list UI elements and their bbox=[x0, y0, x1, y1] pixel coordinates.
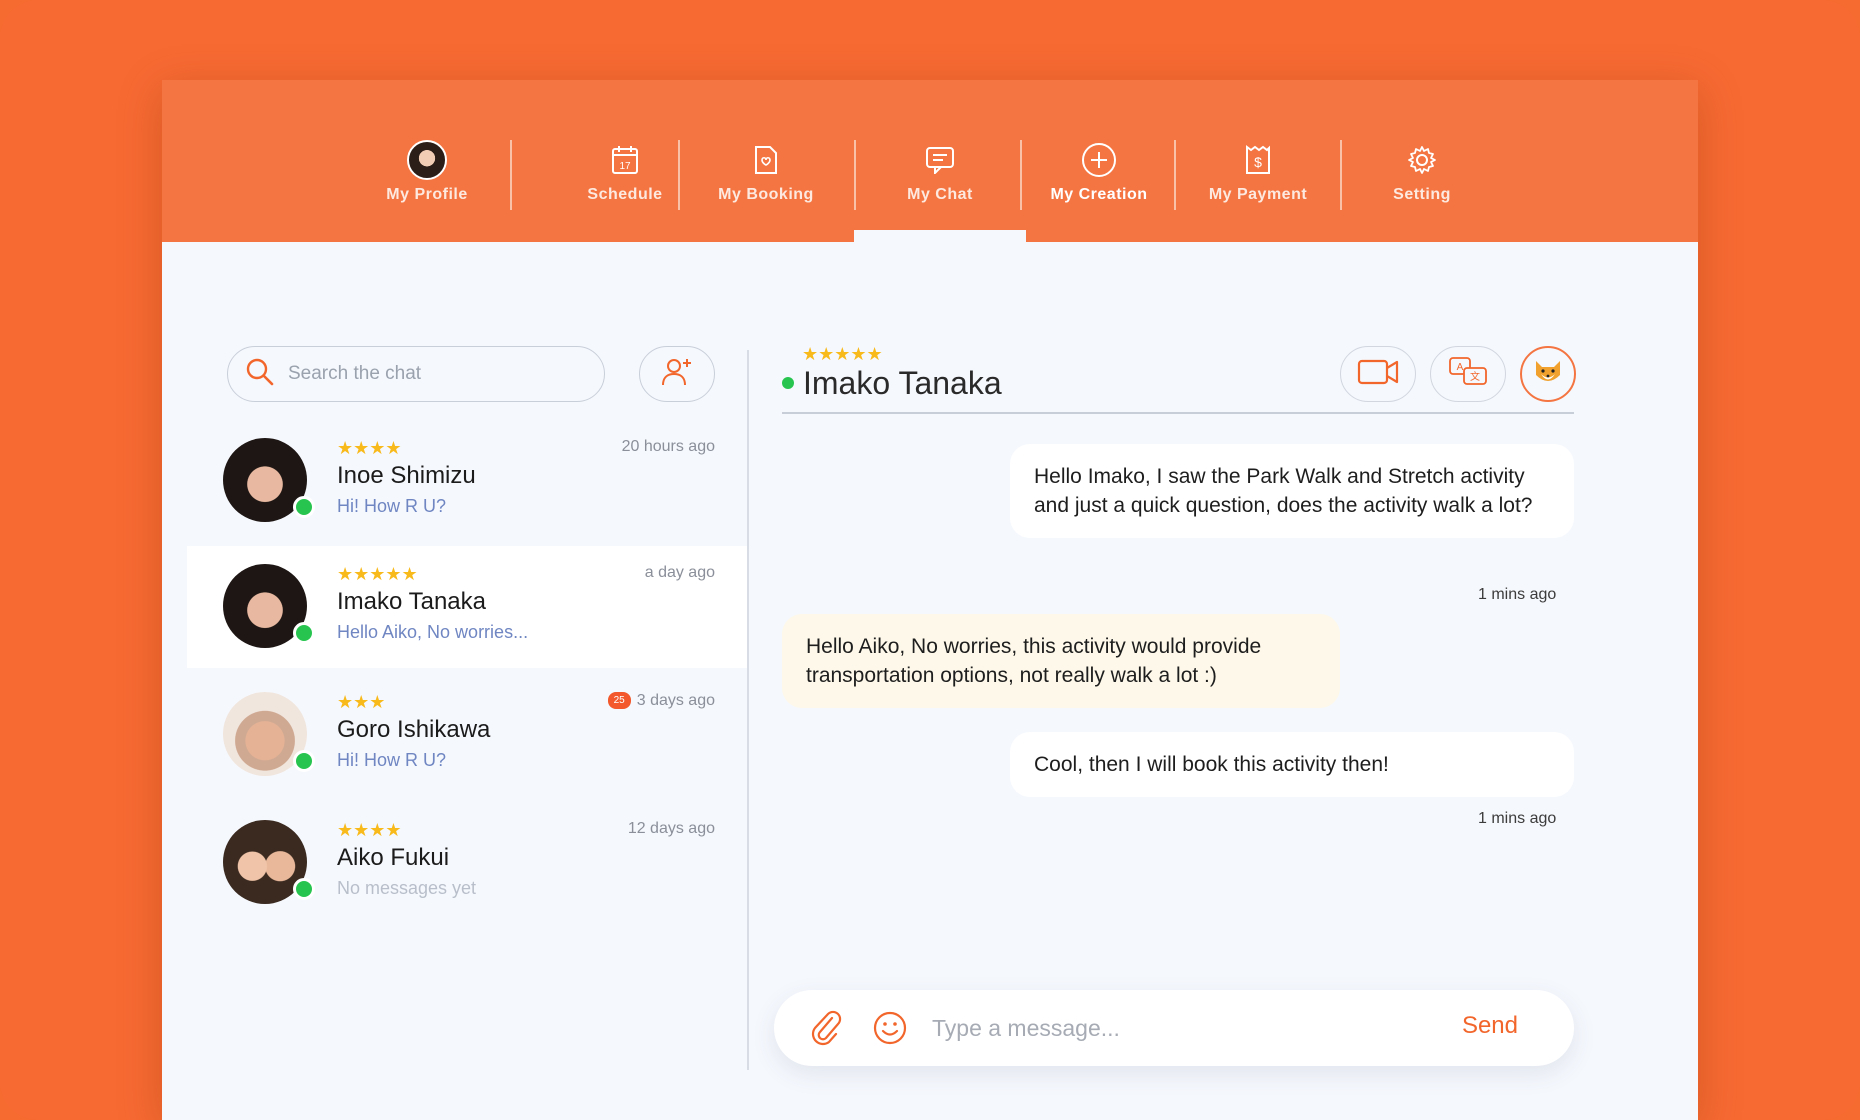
message-preview: Hi! How R U? bbox=[337, 750, 447, 770]
search-box[interactable] bbox=[227, 346, 605, 402]
rating-stars: ★★★★ bbox=[337, 438, 402, 458]
nav-item-my-creation[interactable]: My Creation bbox=[1022, 140, 1176, 242]
message-composer: Send bbox=[774, 990, 1574, 1066]
nav-label: My Chat bbox=[907, 186, 973, 203]
online-indicator bbox=[293, 878, 315, 900]
shiba-dog-icon bbox=[1532, 357, 1564, 392]
search-input[interactable] bbox=[288, 363, 588, 385]
nav-label: Setting bbox=[1393, 186, 1451, 203]
message-preview: No messages yet bbox=[337, 878, 477, 898]
rating-stars: ★★★ bbox=[337, 692, 386, 712]
chat-rating-stars: ★★★★★ bbox=[802, 344, 883, 364]
message-incoming: Hello Aiko, No worries, this activity wo… bbox=[782, 614, 1340, 708]
nav-label: My Creation bbox=[1050, 186, 1148, 203]
message-preview: Hello Aiko, No worries... bbox=[337, 622, 529, 642]
contact-time: 20 hours ago bbox=[621, 438, 715, 455]
online-indicator bbox=[293, 496, 315, 518]
contact-time: 12 days ago bbox=[627, 820, 715, 837]
booking-icon bbox=[746, 140, 786, 180]
calendar-icon: 17 bbox=[605, 140, 645, 180]
message-outgoing: Hello Imako, I saw the Park Walk and Str… bbox=[1010, 444, 1574, 538]
chat-online-indicator bbox=[782, 377, 794, 389]
app-window: My Profile 17 Schedule My Booking My Cha… bbox=[162, 80, 1698, 1120]
nav-item-my-booking[interactable]: My Booking bbox=[684, 140, 848, 242]
nav-label: Schedule bbox=[587, 186, 663, 203]
paperclip-icon[interactable] bbox=[810, 1010, 842, 1051]
message-preview: Hi! How R U? bbox=[337, 496, 447, 516]
message-outgoing: Cool, then I will book this activity the… bbox=[1010, 732, 1574, 797]
svg-text:$: $ bbox=[1254, 154, 1262, 170]
translate-icon: A文 bbox=[1448, 356, 1488, 393]
message-time: 1 mins ago bbox=[1478, 586, 1557, 603]
message-time: 1 mins ago bbox=[1478, 810, 1557, 827]
contact-name: Goro Ishikawa bbox=[337, 716, 491, 743]
message-input[interactable] bbox=[932, 1010, 1432, 1046]
plus-circle-icon bbox=[1079, 140, 1119, 180]
contact-time: a day ago bbox=[644, 564, 715, 581]
nav-item-my-chat[interactable]: My Chat bbox=[856, 140, 1024, 242]
translate-button[interactable]: A文 bbox=[1430, 346, 1506, 402]
svg-text:文: 文 bbox=[1470, 370, 1480, 383]
svg-text:17: 17 bbox=[619, 161, 631, 172]
online-indicator bbox=[293, 750, 315, 772]
nav-item-setting[interactable]: Setting bbox=[1342, 140, 1502, 242]
nav-label: My Booking bbox=[718, 186, 814, 203]
add-contact-button[interactable] bbox=[639, 346, 715, 402]
chat-contact-name: Imako Tanaka bbox=[803, 365, 1002, 401]
profile-avatar bbox=[407, 140, 447, 180]
emoji-icon[interactable] bbox=[872, 1010, 908, 1051]
contact-item[interactable]: ★★★★ Aiko Fukui No messages yet 12 days … bbox=[187, 802, 747, 924]
contact-name: Imako Tanaka bbox=[337, 588, 486, 615]
rating-stars: ★★★★★ bbox=[337, 564, 418, 584]
app-background: My Profile 17 Schedule My Booking My Cha… bbox=[0, 0, 1860, 1120]
contact-name: Aiko Fukui bbox=[337, 844, 450, 871]
contact-time: 25 3 days ago bbox=[607, 692, 715, 710]
nav-item-my-profile[interactable]: My Profile bbox=[367, 140, 487, 242]
gear-icon bbox=[1402, 140, 1442, 180]
nav-active-indicator bbox=[854, 230, 1026, 242]
send-button[interactable]: Send bbox=[1462, 1012, 1518, 1040]
video-camera-icon bbox=[1357, 358, 1399, 391]
online-indicator bbox=[293, 622, 315, 644]
contact-name: Inoe Shimizu bbox=[337, 462, 476, 489]
add-user-icon bbox=[661, 357, 693, 392]
video-call-button[interactable] bbox=[1340, 346, 1416, 402]
unread-badge: 25 bbox=[607, 692, 631, 709]
contact-item[interactable]: ★★★★ Inoe Shimizu Hi! How R U? 20 hours … bbox=[187, 420, 747, 542]
payment-icon: $ bbox=[1238, 140, 1278, 180]
contact-item[interactable]: ★★★ Goro Ishikawa Hi! How R U? 25 3 days … bbox=[187, 674, 747, 796]
nav-item-my-payment[interactable]: $ My Payment bbox=[1176, 140, 1340, 242]
chat-icon bbox=[920, 140, 960, 180]
contact-item[interactable]: ★★★★★ Imako Tanaka Hello Aiko, No worrie… bbox=[187, 546, 747, 668]
search-icon bbox=[246, 358, 274, 391]
panel-divider bbox=[747, 350, 749, 1070]
chat-header-divider bbox=[782, 412, 1574, 414]
contact-profile-button[interactable] bbox=[1520, 346, 1576, 402]
top-nav: My Profile 17 Schedule My Booking My Cha… bbox=[162, 80, 1698, 242]
svg-text:A: A bbox=[1457, 362, 1464, 373]
nav-label: My Payment bbox=[1208, 186, 1308, 203]
nav-label: My Profile bbox=[386, 186, 468, 203]
rating-stars: ★★★★ bbox=[337, 820, 402, 840]
